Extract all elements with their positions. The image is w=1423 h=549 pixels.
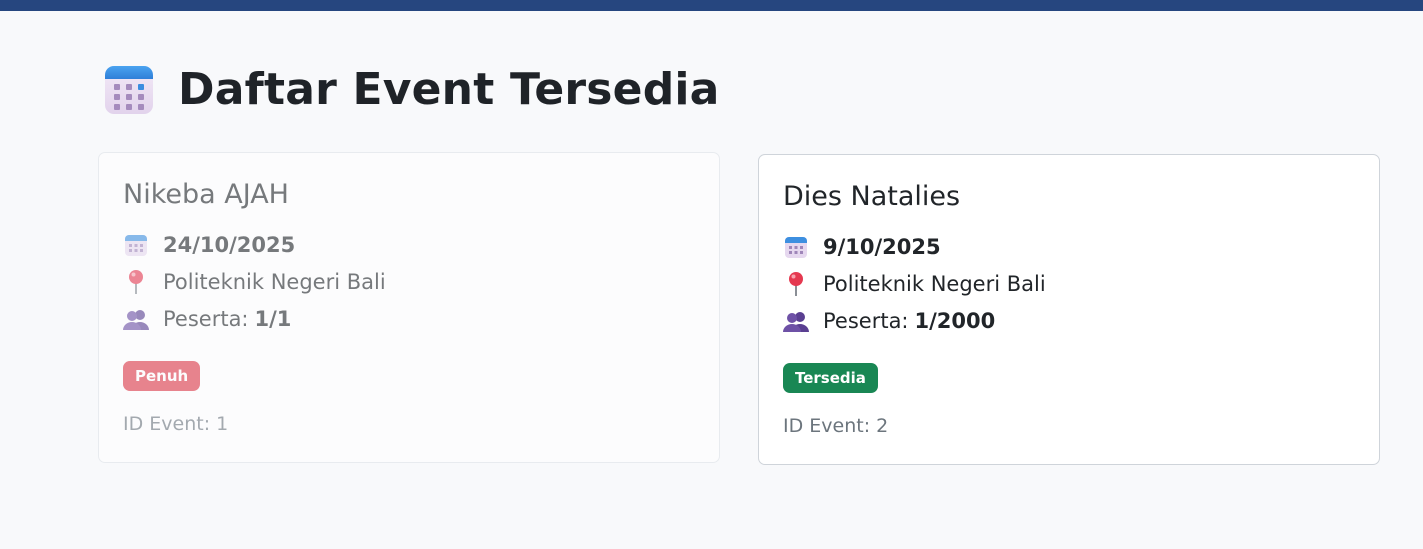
event-location: Politeknik Negeri Bali — [823, 271, 1046, 296]
participants-count: 1/1 — [254, 306, 292, 331]
event-card-2[interactable]: Dies Natalies 9/10/2025 Politeknik Neger… — [758, 154, 1380, 465]
event-date-row: 9/10/2025 — [783, 228, 1355, 265]
pin-icon — [783, 271, 809, 297]
participants-label: Peserta: — [823, 308, 909, 333]
pin-icon — [123, 269, 149, 295]
calendar-icon — [123, 232, 149, 258]
status-badge: Penuh — [123, 361, 201, 391]
event-date-row: 24/10/2025 — [123, 226, 695, 263]
event-card-1[interactable]: Nikeba AJAH 24/10/2025 Politeknik Negeri… — [98, 152, 720, 463]
event-participants-row: Peserta: 1/1 — [123, 300, 695, 337]
participants-label: Peserta: — [163, 306, 249, 331]
status-badge: Tersedia — [783, 363, 878, 393]
event-date: 9/10/2025 — [823, 234, 941, 259]
calendar-icon — [104, 63, 154, 115]
event-date: 24/10/2025 — [163, 232, 296, 257]
event-id: ID Event: 1 — [123, 413, 229, 435]
top-navbar — [0, 0, 1423, 11]
event-location-row: Politeknik Negeri Bali — [123, 263, 695, 300]
people-icon — [783, 308, 809, 334]
page-header: Daftar Event Tersedia — [104, 63, 720, 115]
people-icon — [123, 306, 149, 332]
event-name: Nikeba AJAH — [123, 179, 289, 210]
event-location-row: Politeknik Negeri Bali — [783, 265, 1355, 302]
page-title: Daftar Event Tersedia — [178, 63, 720, 115]
event-id: ID Event: 2 — [783, 415, 889, 437]
event-participants-row: Peserta: 1/2000 — [783, 302, 1355, 339]
event-name: Dies Natalies — [783, 181, 961, 212]
event-location: Politeknik Negeri Bali — [163, 269, 386, 294]
participants-count: 1/2000 — [914, 308, 996, 333]
calendar-icon — [783, 234, 809, 260]
